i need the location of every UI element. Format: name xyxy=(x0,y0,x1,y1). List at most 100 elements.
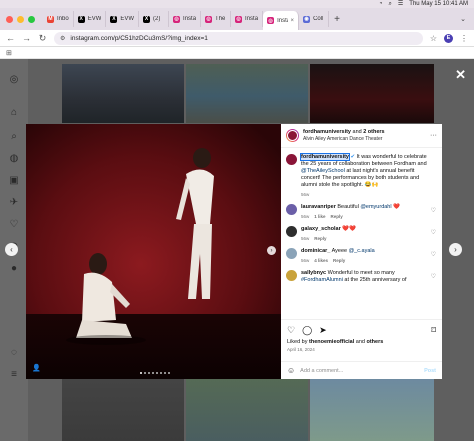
comment-username[interactable]: galaxy_scholar xyxy=(301,226,341,232)
reply-button[interactable]: Reply xyxy=(314,235,326,242)
more-menu-icon[interactable]: ≡ xyxy=(8,369,20,381)
browser-tab[interactable]: ◎Insta × xyxy=(263,11,300,30)
liked-by-and: and xyxy=(354,339,367,345)
messages-icon[interactable]: ✈ xyxy=(8,197,20,209)
threads-icon[interactable]: ◌ xyxy=(8,347,20,359)
save-bookmark-icon[interactable]: ⌑ xyxy=(431,325,436,336)
liked-by-others[interactable]: others xyxy=(366,339,383,345)
post-header: fordhamuniversity and 2 others Alvin Ail… xyxy=(281,124,442,148)
like-heart-icon[interactable]: ♡ xyxy=(287,325,295,336)
more-options-icon[interactable]: ··· xyxy=(430,132,437,139)
share-icon[interactable]: ➤ xyxy=(319,325,327,336)
close-post-icon[interactable]: ✕ xyxy=(455,67,466,83)
comment-text: Ayeee xyxy=(330,248,349,254)
grid-image[interactable] xyxy=(310,379,434,441)
post-image[interactable] xyxy=(26,124,281,379)
close-tab-icon[interactable]: × xyxy=(291,18,295,24)
comment-likes[interactable]: 4 likes xyxy=(314,257,328,264)
caption-username[interactable]: fordhamuniversity xyxy=(300,153,350,161)
reels-icon[interactable]: ▣ xyxy=(8,175,20,187)
url-text: instagram.com/p/C51hzDCu3mS/?img_index=1 xyxy=(70,34,208,42)
grid-image[interactable] xyxy=(186,379,308,441)
avatar[interactable] xyxy=(286,204,297,215)
explore-icon[interactable]: ◍ xyxy=(8,153,20,165)
browser-tab[interactable]: M Inbo xyxy=(43,11,74,27)
bookmark-star-icon[interactable]: ☆ xyxy=(430,34,437,43)
zoom-window-button[interactable] xyxy=(28,15,35,23)
comments-list[interactable]: fordhamuniversity ✔ It was wonderful to … xyxy=(281,149,442,296)
tab-search-icon[interactable]: ⌄ xyxy=(460,15,474,23)
carousel-dots xyxy=(140,372,170,374)
comment-age: 56w xyxy=(301,258,310,263)
home-icon[interactable]: ⌂ xyxy=(8,107,20,119)
comment-emoji: ❤️ xyxy=(391,204,400,210)
coauthors-link[interactable]: 2 others xyxy=(363,129,384,135)
next-post-button[interactable]: › xyxy=(449,243,462,256)
browser-tab[interactable]: X EVW xyxy=(74,11,107,27)
reload-icon[interactable]: ↻ xyxy=(38,33,47,44)
post-comment-button[interactable]: Post xyxy=(424,368,436,374)
comment-mention[interactable]: @emyurdahl xyxy=(360,204,391,210)
comment-input[interactable]: Add a comment... xyxy=(300,368,343,374)
grid-image[interactable] xyxy=(310,64,434,123)
comment: dominicar_ Ayeee @_c.ayala 56w 4 likes Repl… xyxy=(286,248,437,264)
notifications-icon[interactable]: ♡ xyxy=(8,219,20,231)
more-menu-icon[interactable]: ⋮ xyxy=(460,34,468,43)
address-bar[interactable]: ⚙ instagram.com/p/C51hzDCu3mS/?img_index… xyxy=(54,31,423,45)
minimize-window-button[interactable] xyxy=(17,15,24,23)
avatar[interactable] xyxy=(286,154,297,165)
caption-mention[interactable]: @TheAileySchool xyxy=(301,168,345,174)
grid-image[interactable] xyxy=(62,64,184,123)
tagged-people-icon[interactable]: 👤 xyxy=(32,364,41,372)
close-window-button[interactable] xyxy=(6,15,13,23)
reply-button[interactable]: Reply xyxy=(331,213,343,220)
account-avatar[interactable] xyxy=(286,129,299,142)
browser-tab[interactable]: ◎ Insta xyxy=(169,11,202,27)
profile-avatar[interactable]: E xyxy=(444,33,453,43)
profile-icon[interactable]: ● xyxy=(8,263,20,275)
comment-mention[interactable]: @_c.ayala xyxy=(349,248,375,254)
grid-image[interactable] xyxy=(62,379,184,441)
comment-like-icon[interactable]: ♡ xyxy=(431,273,436,280)
back-icon[interactable]: ← xyxy=(6,33,15,43)
search-icon[interactable]: ⌕ xyxy=(389,0,392,8)
tab-label: Insta xyxy=(277,17,287,24)
next-image-button[interactable]: › xyxy=(267,246,276,255)
comment-likes[interactable]: 1 like xyxy=(314,213,325,220)
menubar-datetime[interactable]: Thu May 15 10:41 AM xyxy=(409,1,468,7)
comment-like-icon[interactable]: ♡ xyxy=(431,251,436,258)
search-icon[interactable]: ⌕ xyxy=(8,131,20,143)
control-center-icon[interactable]: ☰ xyxy=(398,0,403,8)
browser-tab[interactable]: ◎ Insta xyxy=(231,11,264,27)
avatar[interactable] xyxy=(286,226,297,237)
emoji-icon[interactable]: ☺ xyxy=(287,366,295,375)
instagram-logo-icon[interactable]: ◎ xyxy=(8,74,20,86)
comment-username[interactable]: dominicar_ xyxy=(301,248,330,254)
comment-icon[interactable]: ◯ xyxy=(302,325,312,336)
comment-username[interactable]: lauravanriper xyxy=(301,204,336,210)
avatar[interactable] xyxy=(286,248,297,259)
wifi-icon[interactable]: ◔ xyxy=(379,0,383,8)
comment-emoji: ❤️❤️ xyxy=(342,226,356,232)
browser-tab[interactable]: ◉ Coll xyxy=(299,11,330,27)
forward-icon[interactable]: → xyxy=(22,33,31,43)
post-details-panel: fordhamuniversity and 2 others Alvin Ail… xyxy=(281,124,442,379)
comment-like-icon[interactable]: ♡ xyxy=(431,207,436,214)
post-authors[interactable]: fordhamuniversity and 2 others xyxy=(303,129,426,135)
post-location[interactable]: Alvin Ailey American Dance Theater xyxy=(303,136,426,142)
comment-username[interactable]: sallybnyc xyxy=(301,270,326,276)
browser-tab[interactable]: X EVW xyxy=(106,11,140,27)
site-info-icon[interactable]: ⚙ xyxy=(60,35,65,42)
previous-post-button[interactable]: ‹ xyxy=(5,243,18,256)
browser-tab[interactable]: X (2) xyxy=(139,11,170,27)
apps-grid-icon[interactable]: ⊞ xyxy=(6,49,12,57)
reply-button[interactable]: Reply xyxy=(333,257,345,264)
author-username[interactable]: fordhamuniversity xyxy=(303,129,351,135)
comment-mention[interactable]: #FordhamAlumni xyxy=(301,277,343,283)
liked-by-user[interactable]: thenoemieofficial xyxy=(309,339,354,345)
comment-like-icon[interactable]: ♡ xyxy=(431,229,436,236)
new-tab-button[interactable]: + xyxy=(329,14,345,25)
browser-tab[interactable]: ◎ The xyxy=(201,11,232,27)
avatar[interactable] xyxy=(286,270,297,281)
grid-image[interactable] xyxy=(186,64,308,123)
